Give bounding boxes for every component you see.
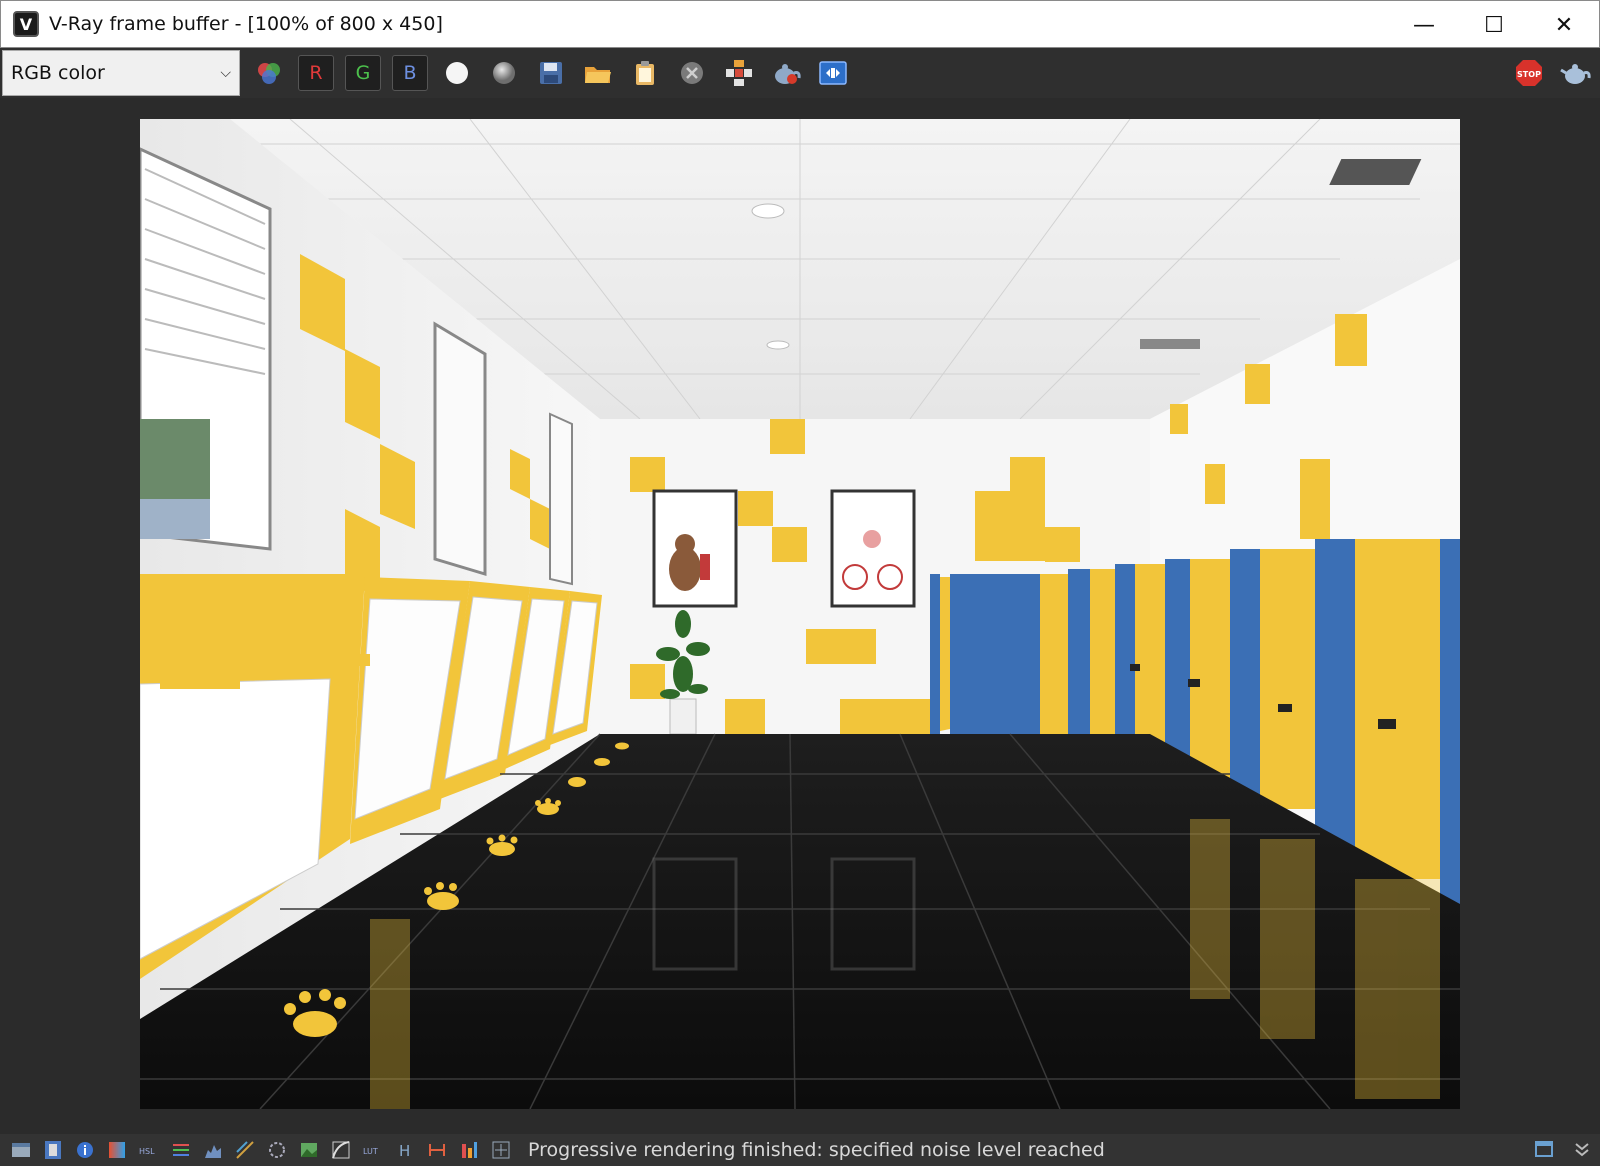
vray-logo-icon: V — [13, 11, 39, 37]
bars-icon[interactable] — [458, 1139, 480, 1161]
title-bar: V V-Ray frame buffer - [100% of 800 x 45… — [0, 0, 1600, 48]
green-channel-button[interactable]: G — [345, 55, 381, 91]
film-icon[interactable] — [42, 1139, 64, 1161]
expand-down-icon[interactable] — [1572, 1139, 1592, 1163]
channel-select[interactable]: RGB color ⌵ — [2, 50, 240, 96]
stretch-icon[interactable] — [426, 1139, 448, 1161]
toolbar: RGB color ⌵ R G B STOP — [0, 48, 1600, 98]
h-label: H — [399, 1142, 410, 1160]
chevron-down-icon: ⌵ — [220, 65, 231, 81]
teapot-render-icon[interactable] — [768, 55, 804, 91]
history-icon[interactable] — [815, 55, 851, 91]
blue-channel-button[interactable]: B — [392, 55, 428, 91]
lens-icon[interactable] — [266, 1139, 288, 1161]
channel-select-value: RGB color — [11, 62, 105, 84]
stop-label: STOP — [1517, 70, 1541, 79]
levels-icon[interactable] — [170, 1139, 192, 1161]
rendered-image[interactable] — [140, 119, 1460, 1109]
hsl-icon[interactable]: HSL — [138, 1139, 160, 1161]
hsl-label: HSL — [139, 1147, 155, 1156]
image-icon[interactable] — [298, 1139, 320, 1161]
frame-icon[interactable] — [10, 1139, 32, 1161]
status-message: Progressive rendering finished: specifie… — [528, 1139, 1105, 1161]
toolbar-right: STOP — [1500, 48, 1594, 98]
histogram-icon[interactable] — [202, 1139, 224, 1161]
h-icon[interactable]: H — [394, 1139, 416, 1161]
maximize-button[interactable]: ☐ — [1459, 1, 1529, 49]
status-bar: HSL LUT H Progressive rendering finished… — [0, 1134, 1600, 1166]
window-title: V-Ray frame buffer - [100% of 800 x 450] — [49, 13, 443, 35]
lut-icon[interactable]: LUT — [362, 1139, 384, 1161]
color-channels-icon[interactable] — [251, 55, 287, 91]
window-controls: — ☐ ✕ — [1389, 1, 1599, 49]
clipboard-icon[interactable] — [627, 55, 663, 91]
open-folder-icon[interactable] — [580, 55, 616, 91]
restroom-render-image — [140, 119, 1460, 1109]
clear-image-icon[interactable] — [674, 55, 710, 91]
lut-label: LUT — [363, 1147, 378, 1156]
curve-icon[interactable] — [330, 1139, 352, 1161]
curves-icon[interactable] — [234, 1139, 256, 1161]
stop-icon[interactable]: STOP — [1511, 55, 1547, 91]
gray-sphere-icon[interactable] — [486, 55, 522, 91]
minimize-button[interactable]: — — [1389, 1, 1459, 49]
gradient-icon[interactable] — [106, 1139, 128, 1161]
white-sphere-icon[interactable] — [439, 55, 475, 91]
panel-toggle-icon[interactable] — [1534, 1139, 1554, 1163]
save-icon[interactable] — [533, 55, 569, 91]
crosshair-icon[interactable] — [490, 1139, 512, 1161]
close-button[interactable]: ✕ — [1529, 1, 1599, 49]
statusbar-right — [1534, 1139, 1592, 1163]
red-channel-button[interactable]: R — [298, 55, 334, 91]
region-render-icon[interactable] — [721, 55, 757, 91]
info-icon[interactable] — [74, 1139, 96, 1161]
teapot-icon[interactable] — [1558, 55, 1594, 91]
render-viewport[interactable] — [0, 98, 1600, 1134]
